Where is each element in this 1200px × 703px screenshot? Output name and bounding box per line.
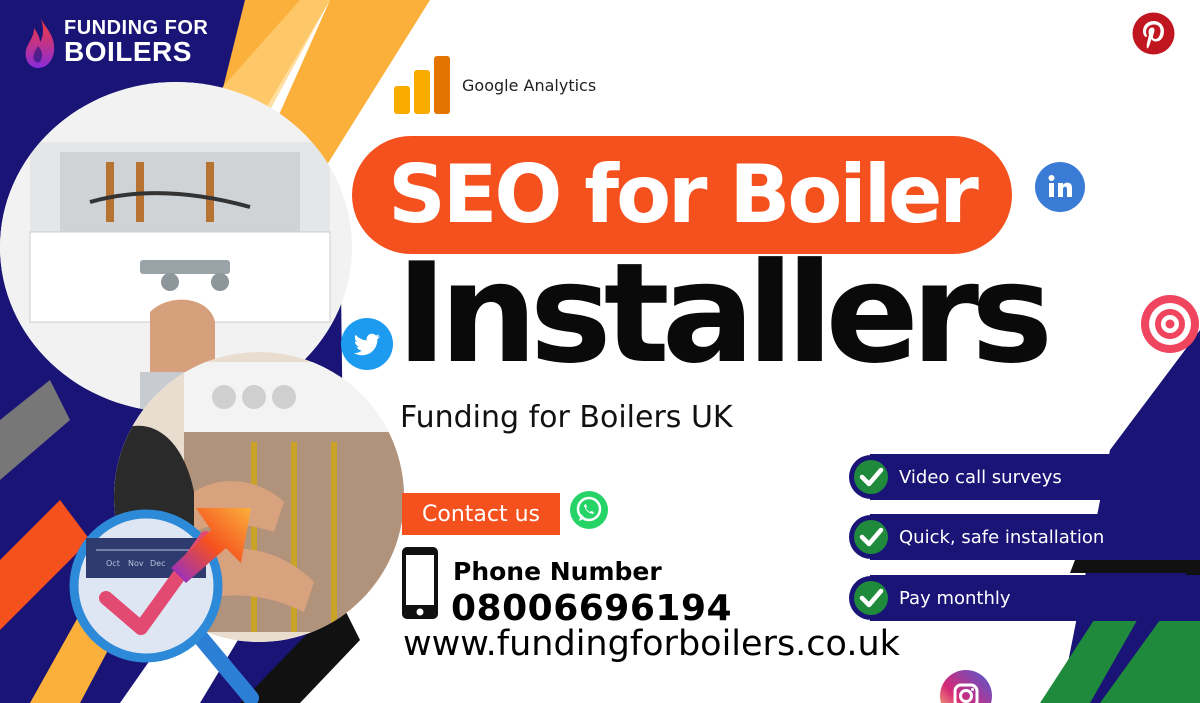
- brand-logo[interactable]: FUNDING FOR BOILERS: [22, 14, 208, 70]
- magnifier-chart-icon: Oct Nov Dec: [69, 508, 259, 703]
- magnifier-label-dec: Dec: [150, 559, 165, 568]
- flame-icon: [25, 16, 55, 68]
- feature-label: Video call surveys: [899, 466, 1062, 488]
- feature-item: Pay monthly: [848, 575, 1200, 621]
- feature-item: Quick, safe installation: [848, 514, 1160, 560]
- target-icon[interactable]: [1140, 294, 1200, 354]
- instagram-icon[interactable]: [940, 670, 992, 703]
- website-link[interactable]: www.fundingforboilers.co.uk: [403, 624, 900, 664]
- google-analytics-badge: Google Analytics: [394, 56, 596, 114]
- feature-item: Video call surveys: [848, 454, 1120, 500]
- magnifier-label-nov: Nov: [128, 559, 144, 568]
- check-circle-icon: [849, 455, 893, 499]
- feature-label: Pay monthly: [899, 587, 1011, 609]
- phone-number[interactable]: 08006696194: [451, 588, 732, 629]
- brand-line2: BOILERS: [64, 36, 192, 67]
- check-circle-icon: [849, 515, 893, 559]
- google-analytics-icon: [394, 56, 450, 114]
- headline-line2: Installers: [396, 233, 1053, 394]
- magnifier-label-oct: Oct: [106, 559, 120, 568]
- phone-label: Phone Number: [453, 557, 662, 586]
- pinterest-icon[interactable]: [1132, 12, 1175, 55]
- brand-line1: FUNDING FOR: [64, 17, 209, 39]
- headline-line1: SEO for Boiler: [388, 148, 979, 241]
- google-analytics-label: Google Analytics: [462, 75, 597, 95]
- subtitle: Funding for Boilers UK: [400, 400, 733, 435]
- phone-icon: [402, 547, 438, 619]
- twitter-icon[interactable]: [341, 318, 393, 370]
- linkedin-icon[interactable]: [1035, 162, 1085, 212]
- contact-us-button[interactable]: Contact us: [402, 493, 560, 535]
- whatsapp-icon[interactable]: [569, 490, 609, 530]
- check-circle-icon: [849, 576, 893, 620]
- feature-label: Quick, safe installation: [899, 526, 1105, 548]
